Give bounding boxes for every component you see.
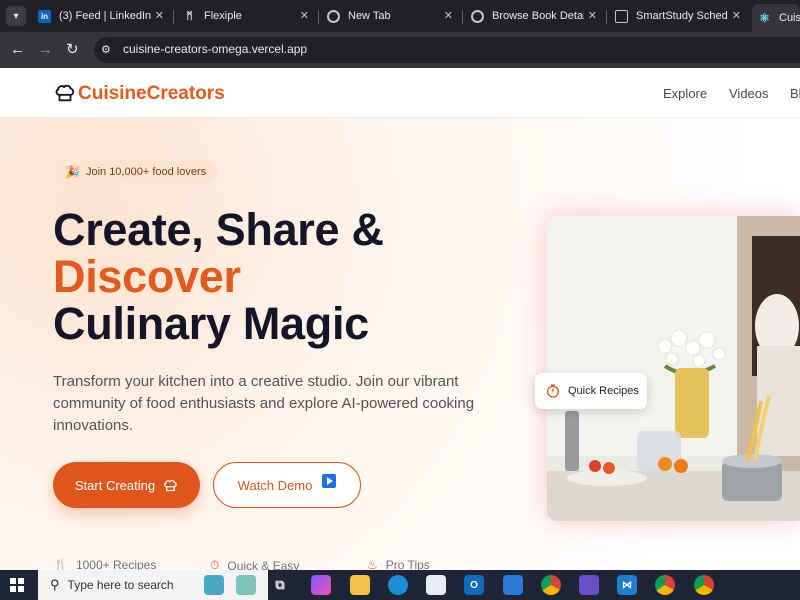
badge-text: Join 10,000+ food lovers (85, 166, 207, 178)
taskbar-search-box[interactable]: ⚲ Type here to search (38, 570, 268, 600)
tab-browse-book[interactable]: Browse Book Details ✕ (471, 4, 597, 28)
linkedin-icon: in (38, 9, 51, 23)
travel-widget-icon[interactable] (204, 575, 224, 595)
stat-quick: ⏱ Quick & Easy (210, 558, 299, 570)
search-placeholder: Type here to search (67, 578, 174, 592)
tab-title: Cuisin (779, 12, 800, 24)
file-explorer-icon[interactable] (350, 575, 370, 595)
close-icon[interactable]: ✕ (155, 9, 164, 22)
tab-title: (3) Feed | LinkedIn (59, 10, 152, 22)
outlook-icon[interactable]: O (464, 575, 484, 595)
chef-hat-icon (164, 479, 177, 491)
windows-start-icon[interactable] (10, 578, 24, 592)
start-creating-button[interactable]: Start Creating (53, 462, 200, 508)
watch-demo-button[interactable]: Watch Demo (213, 462, 361, 508)
react-icon: ⚛ (759, 11, 770, 25)
nav-blog[interactable]: Bl (790, 86, 800, 101)
app-icon[interactable] (579, 575, 599, 595)
stat-text: Pro Tips (385, 558, 430, 570)
site-header: CuisineCreators Explore Videos Bl (0, 68, 800, 118)
button-label: Watch Demo (237, 477, 313, 493)
tab-smartstudy[interactable]: SmartStudy Schedule ✕ (615, 4, 741, 28)
edge-icon[interactable] (388, 575, 408, 595)
close-icon[interactable]: ✕ (588, 9, 597, 22)
stat-tips: ♨ Pro Tips (367, 558, 430, 570)
quick-card-label: Quick Recipes (568, 385, 639, 397)
vscode-icon[interactable]: ⋈ (617, 575, 637, 595)
reload-icon[interactable]: ↻ (66, 41, 79, 59)
tab-flexiple[interactable]: ᛗ Flexiple ✕ (183, 4, 310, 28)
community-badge: 🎉 Join 10,000+ food lovers (56, 160, 218, 184)
site-info-icon[interactable]: ⚙ (101, 43, 111, 56)
quick-recipes-card[interactable]: Quick Recipes (535, 373, 647, 409)
stat-text: 1000+ Recipes (75, 558, 157, 570)
flexiple-icon: ᛗ (186, 10, 193, 22)
party-popper-icon: 🎉 (65, 165, 80, 179)
button-label: Start Creating (74, 477, 156, 493)
app-icon[interactable] (503, 575, 523, 595)
hero-section: 🎉 Join 10,000+ food lovers Create, Share… (0, 118, 800, 570)
tab-cuisine-creators[interactable]: ⚛ Cuisin (752, 4, 800, 32)
nav-explore[interactable]: Explore (663, 86, 707, 101)
tab-new-tab[interactable]: New Tab ✕ (327, 4, 453, 28)
tab-title: New Tab (348, 10, 391, 22)
chrome-icon (327, 9, 340, 23)
tab-title: SmartStudy Schedule (636, 10, 728, 22)
stopwatch-icon (547, 384, 559, 398)
stat-text: Quick & Easy (227, 558, 300, 571)
forward-arrow-icon[interactable]: → (38, 41, 53, 59)
tab-search-button[interactable]: ▾ (6, 6, 26, 26)
hero-cooking-image (547, 216, 800, 521)
browser-toolbar: ← → ↻ ⚙ cuisine-creators-omega.vercel.ap… (0, 32, 800, 68)
back-arrow-icon[interactable]: ← (10, 41, 25, 59)
timer-icon: ⏱ (210, 558, 220, 570)
task-view-icon[interactable]: ⧉ (270, 575, 290, 595)
book-icon (615, 9, 628, 23)
stat-recipes: 🍴 1000+ Recipes (53, 558, 156, 570)
tab-title: Flexiple (204, 10, 242, 22)
chrome-icon[interactable] (541, 575, 561, 595)
close-icon[interactable]: ✕ (300, 9, 309, 22)
headline-line-1: Create, Share & (53, 204, 384, 255)
play-icon (322, 474, 337, 488)
copilot-icon[interactable] (311, 575, 331, 595)
tab-title: Browse Book Details (492, 10, 584, 22)
utensils-icon: 🍴 (53, 558, 68, 570)
address-bar[interactable]: ⚙ cuisine-creators-omega.vercel.app (94, 37, 800, 63)
site-logo[interactable]: CuisineCreators (78, 83, 225, 105)
headline-line-3: Culinary Magic (53, 298, 369, 349)
close-icon[interactable]: ✕ (444, 9, 453, 22)
chef-hat-icon: ♨ (367, 558, 378, 570)
tab-separator (173, 10, 174, 24)
microsoft-store-icon[interactable] (426, 575, 446, 595)
cooking-scene-illustration (547, 216, 800, 521)
browser-tab-strip: ▾ in (3) Feed | LinkedIn ✕ ᛗ Flexiple ✕ … (0, 0, 800, 32)
headline-accent: Discover (53, 251, 241, 302)
tab-linkedin[interactable]: in (3) Feed | LinkedIn ✕ (38, 4, 164, 28)
search-icon: ⚲ (50, 577, 60, 592)
windows-taskbar: ⚲ Type here to search ⧉ O ⋈ (0, 570, 800, 600)
chef-hat-icon[interactable] (54, 82, 76, 104)
close-icon[interactable]: ✕ (732, 9, 741, 22)
hero-headline: Create, Share & Discover Culinary Magic (53, 206, 384, 347)
tab-separator (318, 10, 319, 24)
hero-description: Transform your kitchen into a creative s… (53, 373, 475, 434)
nav-videos[interactable]: Videos (729, 86, 769, 101)
url-text[interactable]: cuisine-creators-omega.vercel.app (123, 42, 307, 56)
browse-icon (471, 9, 484, 23)
luggage-icon[interactable] (236, 575, 256, 595)
tab-separator (462, 10, 463, 24)
tab-separator (606, 10, 607, 24)
chrome-icon[interactable] (655, 575, 675, 595)
chrome-icon[interactable] (694, 575, 714, 595)
